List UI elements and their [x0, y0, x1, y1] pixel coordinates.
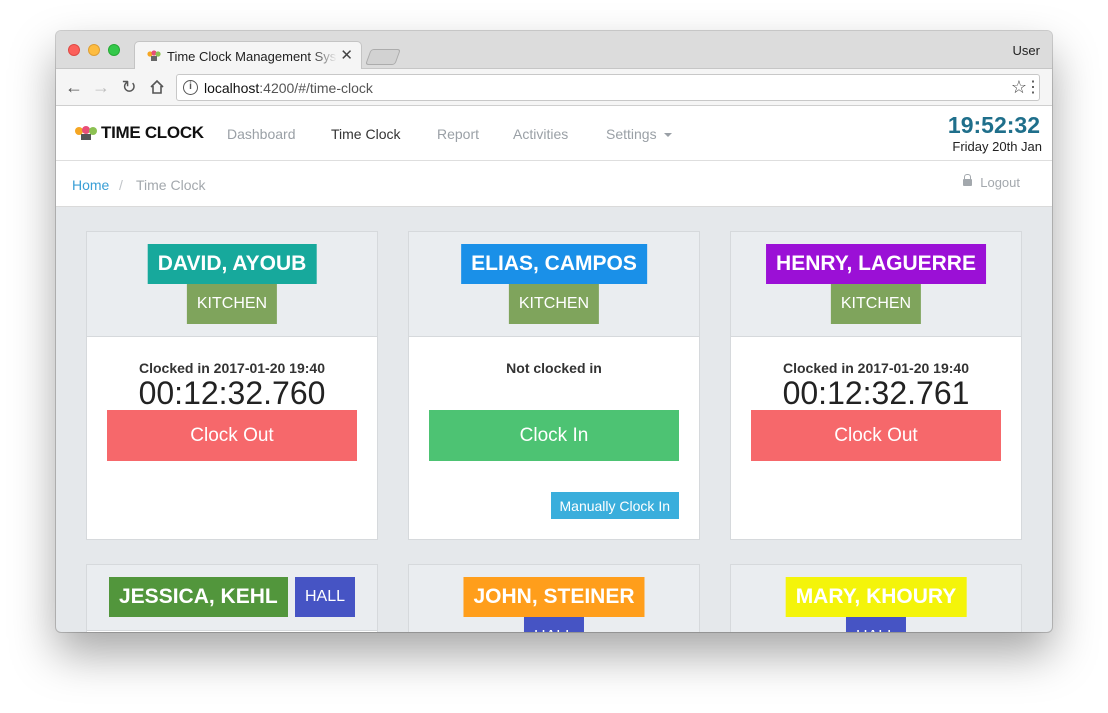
clock-status: Not clocked in: [506, 360, 602, 376]
employee-card: JESSICA, KEHL HALL: [86, 564, 378, 632]
app-navbar: TIME CLOCK Dashboard Time Clock Report A…: [56, 106, 1052, 161]
card-header: DAVID, AYOUB KITCHEN: [87, 232, 377, 337]
card-header: JESSICA, KEHL HALL: [87, 565, 377, 631]
employee-name: HENRY, LAGUERRE: [766, 244, 986, 284]
employee-card: MARY, KHOURY HALL: [730, 564, 1022, 632]
nav-report[interactable]: Report: [437, 126, 479, 142]
new-tab-button[interactable]: [365, 49, 401, 65]
reload-icon[interactable]: ↻: [118, 75, 140, 99]
profile-name[interactable]: User: [1013, 43, 1040, 58]
window-close-button[interactable]: [68, 44, 80, 56]
tab-close-icon[interactable]: ✕: [340, 46, 353, 66]
employee-card: DAVID, AYOUB KITCHEN Clocked in 2017-01-…: [86, 231, 378, 540]
breadcrumb-current: Time Clock: [136, 177, 206, 193]
favicon-icon: [147, 50, 161, 61]
clock-status: Clocked in 2017-01-20 19:40: [139, 360, 325, 376]
browser-window: Time Clock Management System ✕ User ← → …: [56, 31, 1052, 632]
nav-time-clock[interactable]: Time Clock: [331, 126, 401, 142]
employee-name: JESSICA, KEHL: [109, 577, 288, 617]
brand[interactable]: TIME CLOCK: [74, 123, 204, 143]
window-minimize-button[interactable]: [88, 44, 100, 56]
card-header: JOHN, STEINER HALL: [409, 565, 699, 632]
department-badge: KITCHEN: [508, 284, 600, 324]
title-bar: Time Clock Management System ✕ User: [56, 31, 1052, 70]
address-bar[interactable]: i localhost:4200/#/time-clock ☆ ⋮: [176, 74, 1041, 101]
breadcrumb-separator: /: [119, 177, 123, 193]
department-badge: KITCHEN: [186, 284, 278, 324]
logo-icon: [75, 126, 97, 140]
logout-label: Logout: [980, 175, 1020, 190]
nav-dashboard[interactable]: Dashboard: [227, 126, 296, 142]
employee-name: MARY, KHOURY: [785, 577, 967, 617]
tab-title: Time Clock Management System: [167, 49, 337, 64]
url-host: localhost: [204, 80, 260, 96]
department-badge: KITCHEN: [830, 284, 922, 324]
forward-arrow-icon[interactable]: →: [90, 75, 112, 99]
current-time: 19:52:32: [947, 112, 1040, 138]
nav-activities[interactable]: Activities: [513, 126, 568, 142]
home-icon[interactable]: [146, 75, 168, 99]
elapsed-timer: 00:12:32.761: [782, 375, 970, 411]
clock-in-button[interactable]: Clock In: [429, 410, 679, 461]
employee-card: HENRY, LAGUERRE KITCHEN Clocked in 2017-…: [730, 231, 1022, 540]
elapsed-timer: 00:12:32.760: [138, 375, 326, 411]
employee-card: ELIAS, CAMPOS KITCHEN Not clocked in Clo…: [408, 231, 700, 540]
window-maximize-button[interactable]: [108, 44, 120, 56]
menu-icon[interactable]: ⋮: [1025, 78, 1041, 98]
department-badge: HALL: [295, 577, 356, 617]
employee-name: ELIAS, CAMPOS: [461, 244, 647, 284]
employee-card: JOHN, STEINER HALL: [408, 564, 700, 632]
breadcrumb: Home / Time Clock Logout: [56, 161, 1052, 207]
browser-tab[interactable]: Time Clock Management System ✕: [134, 41, 362, 70]
card-header: ELIAS, CAMPOS KITCHEN: [409, 232, 699, 337]
url-path: :4200/#/time-clock: [259, 80, 373, 96]
nav-settings[interactable]: Settings: [606, 126, 672, 142]
url-text[interactable]: localhost:4200/#/time-clock: [204, 80, 373, 96]
current-date: Friday 20th Jan: [952, 139, 1042, 154]
info-icon[interactable]: i: [183, 80, 198, 95]
department-badge: HALL: [523, 617, 585, 632]
lock-icon: [963, 173, 973, 188]
employee-name: JOHN, STEINER: [463, 577, 645, 617]
breadcrumb-home[interactable]: Home: [72, 177, 109, 193]
clock-out-button[interactable]: Clock Out: [107, 410, 357, 461]
clock-status: Clocked in 2017-01-20 19:40: [783, 360, 969, 376]
manually-clock-in-button[interactable]: Manually Clock In: [550, 492, 679, 519]
card-header: MARY, KHOURY HALL: [731, 565, 1021, 632]
caret-down-icon: [663, 133, 672, 138]
brand-name: TIME CLOCK: [101, 123, 204, 142]
employee-name: DAVID, AYOUB: [147, 244, 317, 284]
clock-out-button[interactable]: Clock Out: [751, 410, 1001, 461]
back-arrow-icon[interactable]: ←: [63, 75, 85, 99]
nav-settings-label: Settings: [606, 126, 657, 142]
browser-toolbar: ← → ↻ i localhost:4200/#/time-clock ☆ ⋮: [56, 69, 1052, 106]
card-header: HENRY, LAGUERRE KITCHEN: [731, 232, 1021, 337]
logout-link[interactable]: Logout: [963, 173, 1020, 190]
department-badge: HALL: [845, 617, 907, 632]
